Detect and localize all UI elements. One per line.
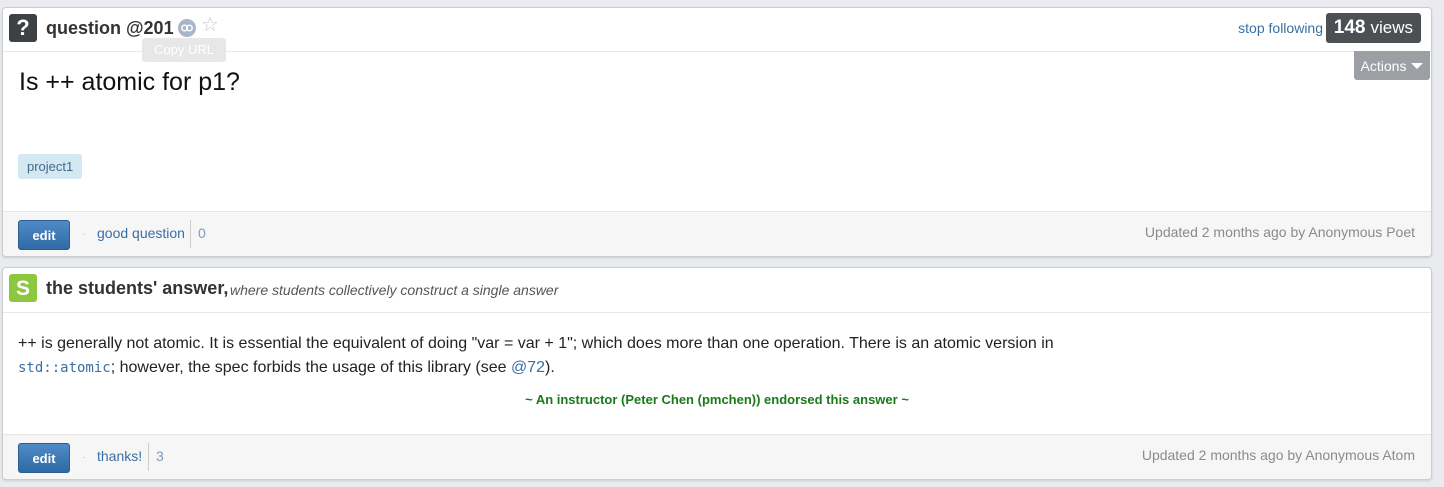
answer-title: the students' answer, bbox=[46, 278, 229, 298]
answer-updated: Updated 2 months ago by Anonymous Atom bbox=[1141, 447, 1415, 463]
question-updated: Updated 2 months ago by Anonymous Poet bbox=[1144, 224, 1415, 240]
caret-down-icon bbox=[1411, 62, 1424, 69]
separator-dot: · bbox=[82, 229, 86, 240]
students-answer-card: S the students' answer, where students c… bbox=[2, 267, 1432, 480]
actions-button[interactable]: Actions bbox=[1354, 51, 1430, 80]
question-title: question @201 bbox=[46, 18, 174, 38]
views-badge: 148 views bbox=[1325, 13, 1421, 43]
edit-question-button[interactable]: edit bbox=[18, 220, 70, 250]
actions-label: Actions bbox=[1360, 57, 1407, 74]
answer-line-2: std::atomic; however, the spec forbids t… bbox=[18, 356, 1118, 380]
thanks-link[interactable]: thanks! bbox=[97, 448, 142, 464]
answer-body: ++ is generally not atomic. It is essent… bbox=[18, 332, 1118, 380]
views-count: 148 bbox=[1333, 17, 1366, 38]
answer-subtitle: where students collectively construct a … bbox=[230, 282, 559, 298]
divider bbox=[148, 443, 149, 471]
post-reference-link[interactable]: @72 bbox=[511, 359, 545, 376]
question-text: Is ++ atomic for p1? bbox=[19, 68, 240, 96]
divider bbox=[190, 220, 191, 248]
good-question-count: 0 bbox=[198, 225, 206, 241]
copy-url-tooltip: Copy URL bbox=[142, 38, 226, 62]
thanks-count: 3 bbox=[156, 448, 164, 464]
stop-following-link[interactable]: stop following bbox=[1238, 20, 1323, 36]
edit-answer-button[interactable]: edit bbox=[18, 443, 70, 473]
answer-text-2a: ; however, the spec forbids the usage of… bbox=[110, 359, 511, 376]
answer-footer: edit · thanks! 3 Updated 2 months ago by… bbox=[3, 434, 1431, 479]
star-icon[interactable]: ☆ bbox=[201, 15, 219, 35]
question-footer: edit · good question 0 Updated 2 months … bbox=[3, 211, 1431, 256]
link-icon[interactable] bbox=[178, 19, 196, 37]
views-label: views bbox=[1370, 18, 1413, 37]
tag-project1[interactable]: project1 bbox=[18, 154, 83, 179]
answer-line-1: ++ is generally not atomic. It is essent… bbox=[18, 335, 1054, 352]
answer-text-2b: ). bbox=[544, 359, 555, 376]
question-icon: ? bbox=[9, 14, 37, 42]
code-std-atomic: std::atomic bbox=[18, 360, 111, 376]
answer-header: S the students' answer, where students c… bbox=[3, 268, 1431, 313]
separator-dot: · bbox=[82, 452, 86, 463]
endorsement-text: ~ An instructor (Peter Chen (pmchen)) en… bbox=[525, 392, 909, 407]
students-icon: S bbox=[9, 274, 37, 302]
good-question-link[interactable]: good question bbox=[97, 225, 185, 241]
